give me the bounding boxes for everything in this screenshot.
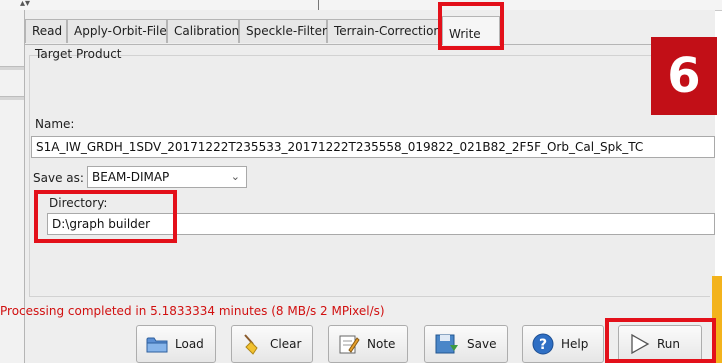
run-button[interactable]: Run	[618, 325, 702, 363]
name-field[interactable]: S1A_IW_GRDH_1SDV_20171222T235533_2017122…	[31, 136, 715, 158]
run-label: Run	[657, 337, 681, 351]
target-product-section: Target Product Name: S1A_IW_GRDH_1SDV_20…	[25, 45, 715, 297]
divider	[0, 96, 24, 100]
save-as-select[interactable]: BEAM-DIMAP ⌄	[87, 166, 247, 188]
tab-read[interactable]: Read	[25, 19, 67, 43]
directory-label: Directory:	[49, 196, 108, 210]
svg-text:?: ?	[539, 337, 547, 353]
note-pencil-icon	[339, 335, 360, 354]
name-label: Name:	[35, 117, 75, 131]
save-disk-icon	[435, 334, 458, 354]
chevron-down-icon: ⌄	[230, 170, 240, 183]
note-button[interactable]: Note	[328, 325, 408, 363]
accent-strip	[712, 276, 722, 363]
clear-button[interactable]: Clear	[231, 325, 313, 363]
tab-terrain-correction[interactable]: Terrain-Correction	[327, 19, 441, 43]
note-label: Note	[367, 337, 396, 351]
save-label: Save	[467, 337, 497, 351]
divider	[0, 66, 24, 70]
divider	[318, 0, 319, 10]
save-as-label: Save as:	[33, 171, 84, 185]
collapse-caret-icon[interactable]: ▴▾	[20, 0, 30, 9]
folder-icon	[146, 337, 168, 353]
tab-bar: Read Apply-Orbit-File Calibration Speckl…	[25, 10, 715, 45]
load-label: Load	[175, 337, 204, 351]
tab-calibration[interactable]: Calibration	[167, 19, 239, 43]
status-message: Processing completed in 5.1833334 minute…	[0, 304, 385, 318]
play-icon	[631, 333, 650, 355]
save-button[interactable]: Save	[424, 325, 508, 363]
section-title: Target Product	[35, 47, 122, 61]
step-badge: 6	[651, 37, 717, 115]
load-button[interactable]: Load	[136, 325, 216, 363]
tab-write[interactable]: Write	[442, 16, 500, 45]
help-icon: ?	[532, 333, 554, 355]
tab-apply-orbit-file[interactable]: Apply-Orbit-File	[67, 19, 167, 43]
help-label: Help	[561, 337, 589, 351]
tab-speckle-filter[interactable]: Speckle-Filter	[239, 19, 327, 43]
broom-icon	[244, 334, 258, 355]
directory-field[interactable]: D:\graph builder	[47, 213, 715, 235]
save-as-value: BEAM-DIMAP	[92, 170, 170, 184]
help-button[interactable]: ? Help	[522, 325, 604, 363]
clear-label: Clear	[270, 337, 302, 351]
